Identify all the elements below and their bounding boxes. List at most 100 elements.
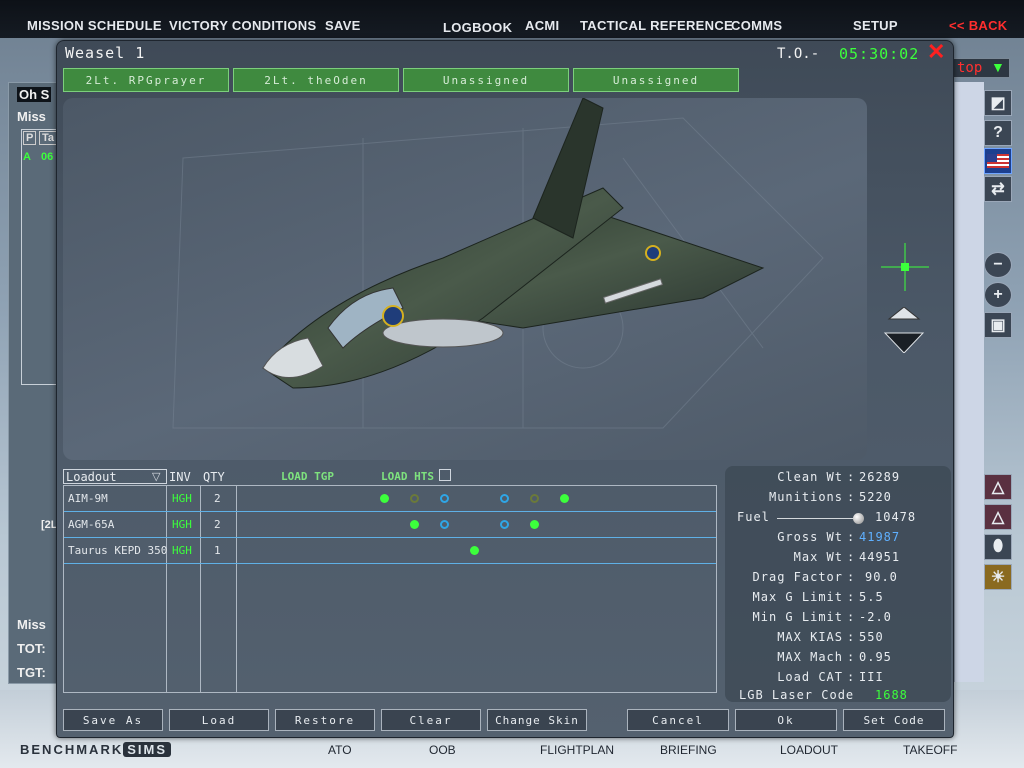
nav-briefing[interactable]: BRIEFING (660, 743, 717, 757)
hardpoint-available[interactable] (440, 520, 449, 529)
us-flag-icon[interactable] (984, 148, 1012, 174)
map-dropdown-value: top (957, 60, 983, 76)
bottom-nav: BENCHMARK SIMS ATO OOB FLIGHTPLAN BRIEFIN… (0, 738, 1024, 768)
menu-comms[interactable]: COMMS (731, 18, 782, 33)
hardpoint-available[interactable] (440, 494, 449, 503)
change-skin-button[interactable]: Change Skin (487, 709, 587, 731)
load-tgp-button[interactable]: LOAD TGP (281, 470, 334, 483)
loadout-grid: AIM-9M HGH 2 AGM-65A HGH 2 Taurus KEPD 3… (63, 485, 717, 693)
stat-max-kias: MAX KIAS:550 (777, 630, 884, 644)
menu-victory-conditions[interactable]: VICTORY CONDITIONS (169, 18, 316, 33)
restore-button[interactable]: Restore (275, 709, 375, 731)
threat-ring-alt-icon[interactable]: △ (984, 504, 1012, 530)
nav-flightplan[interactable]: FLIGHTPLAN (540, 743, 614, 757)
benchmark-sims-logo: BENCHMARK SIMS (20, 742, 172, 757)
stat-gross-wt: Gross Wt:41987 (777, 530, 901, 544)
pilot-tab-1[interactable]: 2Lt. RPGprayer (63, 68, 229, 92)
nav-loadout[interactable]: LOADOUT (780, 743, 838, 757)
help-icon[interactable]: ? (984, 120, 1012, 146)
hardpoint-available[interactable] (500, 520, 509, 529)
stat-max-wt: Max Wt:44951 (793, 550, 901, 564)
weapon-inv: HGH (172, 492, 192, 505)
menu-mission-schedule[interactable]: MISSION SCHEDULE (27, 18, 162, 33)
weapon-qty: 2 (214, 518, 221, 531)
hardpoint-loaded[interactable] (470, 546, 479, 555)
mission-list-label: Miss (17, 109, 46, 124)
flag-svg (987, 154, 1009, 168)
zoom-out-icon[interactable]: − (984, 252, 1012, 278)
threat-ring-icon[interactable]: △ (984, 474, 1012, 500)
swap-icon[interactable]: ⇄ (984, 176, 1012, 202)
stat-fuel: Fuel 10478 (737, 510, 917, 524)
nav-ato[interactable]: ATO (328, 743, 352, 757)
hardpoint-loaded[interactable] (380, 494, 389, 503)
map-toolbar: ◩ ? ⇄ − + ▣ △ △ ⬮ ☀ (984, 86, 1014, 606)
weapon-inv: HGH (172, 544, 192, 557)
back-button[interactable]: << BACK (949, 18, 1007, 33)
pilot-tab-2[interactable]: 2Lt. theOden (233, 68, 399, 92)
nav-takeoff[interactable]: TAKEOFF (903, 743, 957, 757)
menu-save[interactable]: SAVE (325, 18, 361, 33)
clear-button[interactable]: Clear (381, 709, 481, 731)
loadout-dropdown-label: Loadout (66, 470, 117, 484)
menu-acmi[interactable]: ACMI (525, 18, 559, 33)
hardpoint-available[interactable] (500, 494, 509, 503)
cancel-button[interactable]: Cancel (627, 709, 729, 731)
menu-tactical-reference[interactable]: TACTICAL REFERENCE (580, 18, 733, 33)
mission-detail-label: Miss (17, 617, 46, 632)
hardpoint-loaded[interactable] (410, 520, 419, 529)
weather-icon[interactable]: ☀ (984, 564, 1012, 590)
aircraft-render (172, 98, 824, 429)
aircraft-stats-panel: Clean Wt:26289 Munitions:5220 Fuel 10478… (725, 466, 951, 702)
ordnance-icon[interactable]: ⬮ (984, 534, 1012, 560)
qty-header: QTY (203, 470, 225, 484)
ok-button[interactable]: Ok (735, 709, 837, 731)
weapon-name: AGM-65A (68, 518, 115, 531)
select-tool-icon[interactable]: ◩ (984, 90, 1012, 116)
tot-label: TOT: (17, 641, 46, 656)
stat-max-mach: MAX Mach:0.95 (777, 650, 892, 664)
zoom-arrows-icon[interactable] (883, 307, 925, 353)
weapon-inv: HGH (172, 518, 192, 531)
tgt-label: TGT: (17, 665, 46, 680)
load-hts-button[interactable]: LOAD HTS (381, 470, 434, 483)
stat-min-g: Min G Limit: -2.0 (752, 610, 892, 624)
load-button[interactable]: Load (169, 709, 269, 731)
loadout-dropdown[interactable]: Loadout ▽ (63, 469, 167, 484)
weapon-name: AIM-9M (68, 492, 108, 505)
weapon-qty: 1 (214, 544, 221, 557)
map-dropdown[interactable]: top ▼ (952, 58, 1010, 78)
loadout-header: Loadout ▽ INV QTY LOAD TGP LOAD HTS (63, 469, 717, 485)
pilot-tab-4[interactable]: Unassigned (573, 68, 739, 92)
fuel-slider[interactable] (777, 513, 864, 524)
logo-left: BENCHMARK (20, 742, 124, 757)
weapon-qty: 2 (214, 492, 221, 505)
stat-load-cat: Load CAT: III (777, 670, 884, 684)
pilot-tab-3[interactable]: Unassigned (403, 68, 569, 92)
load-hts-checkbox[interactable] (439, 469, 451, 481)
weapon-name: Taurus KEPD 350 (68, 544, 168, 557)
hardpoint-empty[interactable] (530, 494, 539, 503)
close-icon[interactable]: ✕ (927, 41, 945, 63)
dropdown-arrow-icon: ▼ (991, 59, 1005, 75)
mission-list-header: Oh S (17, 87, 52, 102)
hardpoint-loaded[interactable] (560, 494, 569, 503)
aircraft-3d-view[interactable] (63, 98, 867, 460)
fuel-slider-knob[interactable] (853, 513, 864, 524)
save-as-button[interactable]: Save As (63, 709, 163, 731)
weapon-row-agm65a[interactable]: AGM-65A HGH 2 (64, 512, 716, 538)
stat-max-g: Max G Limit:5.5 (752, 590, 884, 604)
rotate-crosshair-icon[interactable] (879, 241, 931, 293)
weapon-row-taurus[interactable]: Taurus KEPD 350 HGH 1 (64, 538, 716, 564)
set-code-button[interactable]: Set Code (843, 709, 945, 731)
menu-logbook[interactable]: LOGBOOK (443, 20, 512, 35)
dropdown-triangle-icon: ▽ (152, 471, 161, 483)
hardpoint-empty[interactable] (410, 494, 419, 503)
nav-oob[interactable]: OOB (429, 743, 456, 757)
fit-view-icon[interactable]: ▣ (984, 312, 1012, 338)
zoom-in-icon[interactable]: + (984, 282, 1012, 308)
weapon-row-aim9m[interactable]: AIM-9M HGH 2 (64, 486, 716, 512)
hardpoint-loaded[interactable] (530, 520, 539, 529)
menu-setup[interactable]: SETUP (853, 18, 898, 33)
top-menu-bar: MISSION SCHEDULE VICTORY CONDITIONS SAVE… (0, 0, 1024, 38)
